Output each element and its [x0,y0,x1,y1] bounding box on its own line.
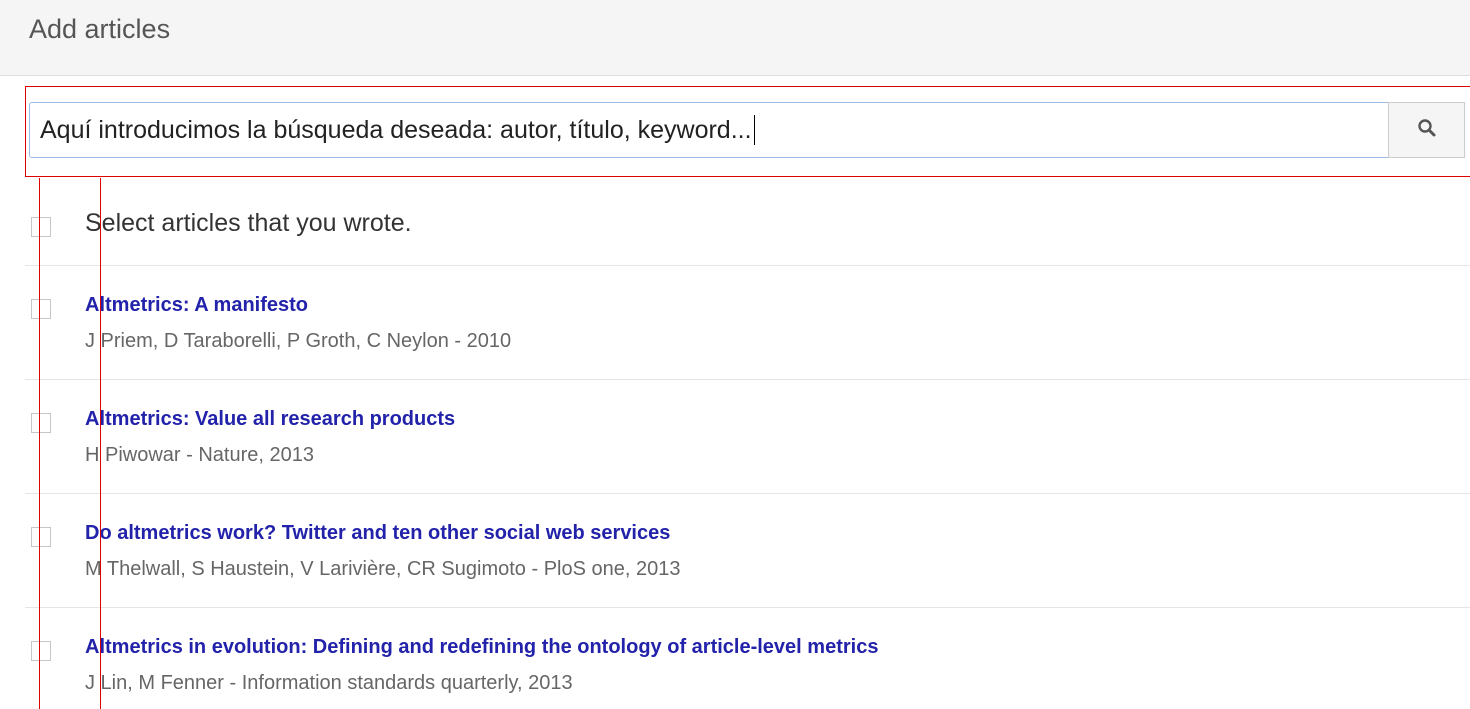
article-checkbox[interactable] [31,299,51,319]
article-title-link[interactable]: Altmetrics in evolution: Defining and re… [85,636,878,659]
article-checkbox[interactable] [31,413,51,433]
select-all-label: Select articles that you wrote. [85,209,412,237]
search-input-text: Aquí introducimos la búsqueda deseada: a… [40,115,752,144]
article-row [25,494,1470,608]
text-caret [753,115,755,145]
header-bar: Add articles [0,0,1470,76]
article-row [25,266,1470,380]
article-row [25,380,1470,494]
add-articles-page: Add articles Aquí introducimos la búsque… [0,0,1470,709]
search-icon [1417,118,1437,143]
article-authors: J Priem, D Taraborelli, P Groth, C Neylo… [85,330,512,352]
page-title: Add articles [29,14,171,44]
search-input[interactable]: Aquí introducimos la búsqueda deseada: a… [29,102,1389,158]
article-title-link[interactable]: Do altmetrics work? Twitter and ten othe… [85,522,670,545]
article-authors: M Thelwall, S Haustein, V Larivière, CR … [85,558,681,580]
select-all-checkbox[interactable] [31,217,51,237]
article-title-link[interactable]: Altmetrics: A manifesto [85,294,308,317]
search-button[interactable] [1388,102,1465,158]
article-title-link[interactable]: Altmetrics: Value all research products [85,408,455,431]
article-authors: H Piwowar - Nature, 2013 [85,444,314,466]
article-checkbox[interactable] [31,641,51,661]
article-authors: J Lin, M Fenner - Information standards … [85,672,573,694]
article-checkbox[interactable] [31,527,51,547]
